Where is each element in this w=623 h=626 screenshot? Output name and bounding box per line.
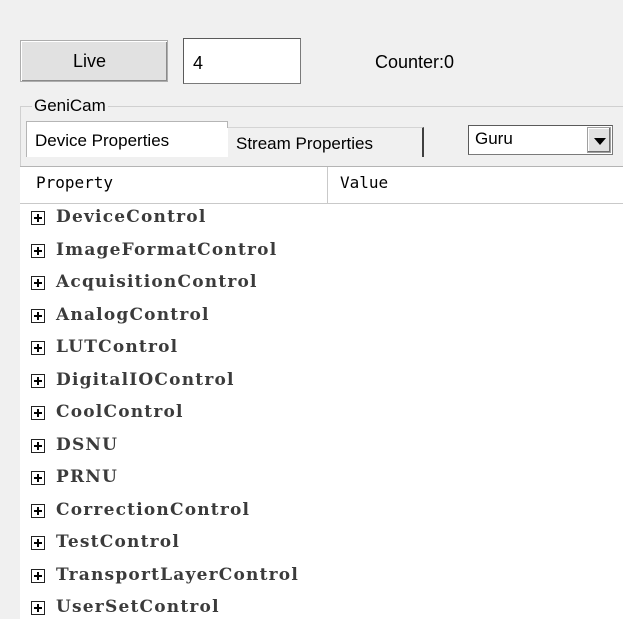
genicam-group-title: GeniCam xyxy=(32,96,108,116)
property-row[interactable]: DeviceControl xyxy=(20,203,623,236)
property-row-label: CorrectionControl xyxy=(56,499,251,520)
expand-plus-icon[interactable] xyxy=(31,601,45,615)
property-row[interactable]: CoolControl xyxy=(20,398,623,431)
property-row-label: DigitalIOControl xyxy=(56,369,235,390)
column-header-property[interactable]: Property xyxy=(36,173,113,192)
property-row-label: AnalogControl xyxy=(56,304,210,325)
property-row[interactable]: LUTControl xyxy=(20,333,623,366)
expand-plus-icon[interactable] xyxy=(31,406,45,420)
column-divider[interactable] xyxy=(327,167,328,203)
property-grid-header: Property Value xyxy=(20,167,623,204)
expand-plus-icon[interactable] xyxy=(31,276,45,290)
camera-control-panel: Live Counter:0 GeniCam Device Properties… xyxy=(0,0,623,620)
property-row-label: LUTControl xyxy=(56,337,179,357)
property-row[interactable]: DSNU xyxy=(20,431,623,464)
expand-plus-icon[interactable] xyxy=(31,438,45,453)
property-grid: Property Value DeviceControl ImageFormatC… xyxy=(20,166,623,620)
visibility-select-value: Guru xyxy=(475,129,513,148)
property-row[interactable]: AnalogControl xyxy=(20,301,623,334)
property-row[interactable]: ImageFormatControl xyxy=(20,236,623,269)
property-row[interactable]: PRNU xyxy=(20,463,623,496)
expand-plus-icon[interactable] xyxy=(31,536,45,550)
expand-plus-icon[interactable] xyxy=(31,243,45,258)
tab-device-properties[interactable]: Device Properties xyxy=(26,121,228,157)
column-header-value[interactable]: Value xyxy=(340,173,388,192)
property-row[interactable]: TransportLayerControl xyxy=(20,561,623,594)
expand-plus-icon[interactable] xyxy=(31,211,45,225)
property-row-label: PRNU xyxy=(56,467,119,487)
property-row-label: CoolControl xyxy=(56,402,184,422)
count-input[interactable] xyxy=(183,38,301,84)
expand-plus-icon[interactable] xyxy=(31,568,45,583)
property-row-label: UserSetControl xyxy=(56,597,220,617)
tab-stream-properties[interactable]: Stream Properties xyxy=(227,127,424,157)
counter-label: Counter:0 xyxy=(375,52,455,72)
expand-plus-icon[interactable] xyxy=(31,308,45,323)
property-grid-rows: DeviceControl ImageFormatControl Acquisiti… xyxy=(20,203,623,626)
expand-plus-icon[interactable] xyxy=(31,341,45,355)
property-row[interactable]: DigitalIOControl xyxy=(20,366,623,399)
property-row-label: TransportLayerControl xyxy=(56,564,300,585)
expand-plus-icon[interactable] xyxy=(31,471,45,485)
property-row-label: DeviceControl xyxy=(56,207,207,227)
property-row[interactable]: TestControl xyxy=(20,528,623,561)
property-row[interactable]: AcquisitionControl xyxy=(20,268,623,301)
visibility-select[interactable]: Guru xyxy=(468,125,613,155)
property-row-label: DSNU xyxy=(56,434,119,455)
chevron-down-icon[interactable] xyxy=(587,127,611,153)
live-button[interactable]: Live xyxy=(20,40,168,82)
property-row-label: AcquisitionControl xyxy=(56,272,258,292)
expand-plus-icon[interactable] xyxy=(31,503,45,518)
property-row-label: ImageFormatControl xyxy=(56,239,278,260)
property-row-label: TestControl xyxy=(56,532,180,552)
property-row[interactable]: UserSetControl xyxy=(20,593,623,626)
property-row[interactable]: CorrectionControl xyxy=(20,496,623,529)
expand-plus-icon[interactable] xyxy=(31,373,45,388)
